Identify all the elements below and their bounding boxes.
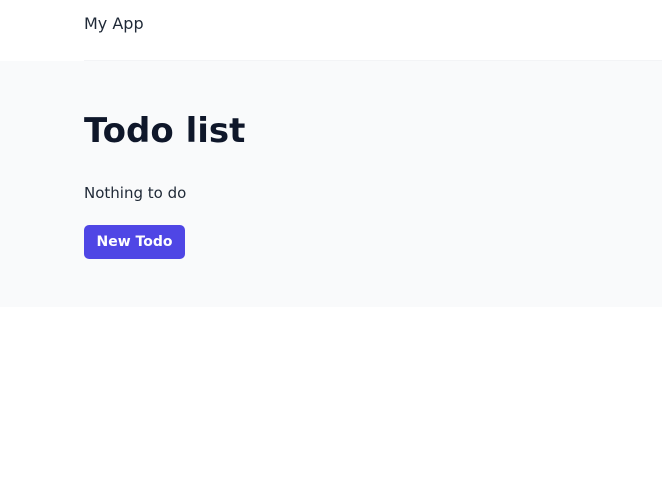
- new-todo-button[interactable]: New Todo: [84, 225, 185, 259]
- empty-state-message: Nothing to do: [84, 184, 187, 202]
- main-content: Todo list Nothing to do New Todo: [0, 61, 662, 307]
- top-navbar: My App: [0, 0, 662, 60]
- page: My App Todo list Nothing to do New Todo: [0, 0, 662, 487]
- app-name[interactable]: My App: [84, 13, 144, 35]
- page-title: Todo list: [84, 111, 246, 151]
